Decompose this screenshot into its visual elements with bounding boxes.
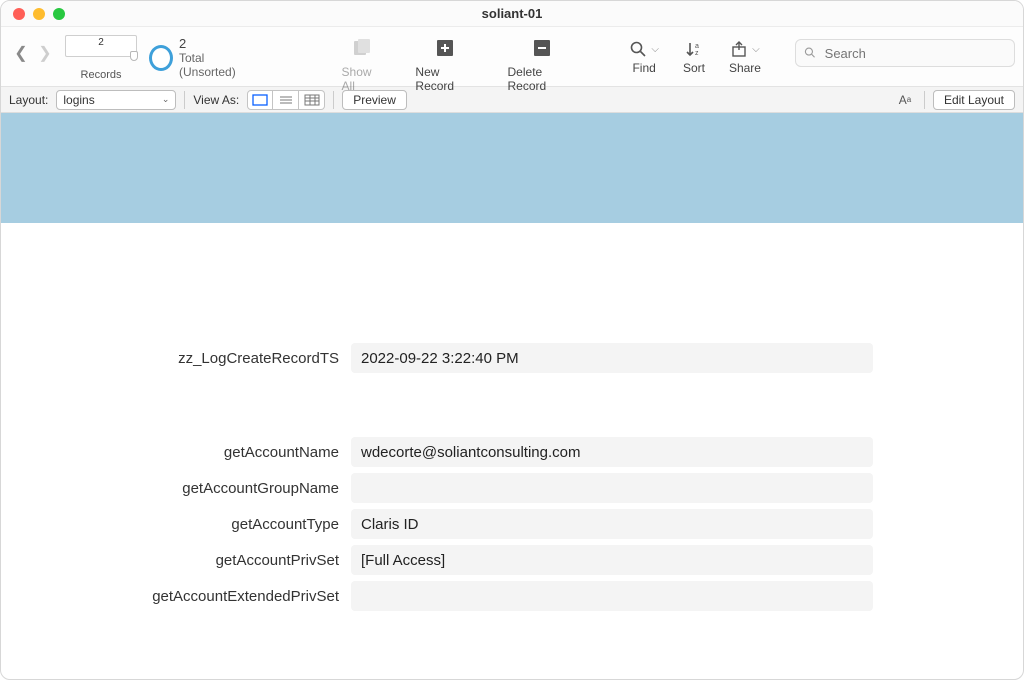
view-form-button[interactable] (247, 90, 273, 110)
record-slider-handle[interactable] (130, 51, 138, 61)
svg-text:z: z (695, 50, 699, 57)
sort-label: Sort (683, 61, 705, 75)
field-row: getAccountPrivSet [Full Access] (61, 545, 963, 575)
formatting-bar-toggle[interactable]: Aa (894, 90, 916, 110)
new-record-button[interactable]: New Record (415, 35, 475, 93)
prev-record-button[interactable]: ❮ (9, 39, 33, 67)
layout-label: Layout: (9, 93, 48, 107)
records-label: Records (81, 69, 122, 81)
layout-name: logins (63, 93, 94, 107)
svg-text:a: a (695, 43, 699, 50)
delete-record-button[interactable]: Delete Record (508, 35, 578, 93)
field-value[interactable]: Claris ID (351, 509, 873, 539)
record-slider-group: 2 Records (65, 35, 137, 81)
pie-chart-icon[interactable] (149, 45, 173, 71)
record-count-group: 2 Total (Unsorted) (149, 37, 256, 80)
share-button[interactable]: ⌵ Share (729, 37, 761, 75)
show-all-label: Show All (342, 65, 384, 93)
field-row: getAccountType Claris ID (61, 509, 963, 539)
separator (184, 91, 185, 109)
field-row: getAccountName wdecorte@soliantconsultin… (61, 437, 963, 467)
new-record-label: New Record (415, 65, 475, 93)
field-row: zz_LogCreateRecordTS 2022-09-22 3:22:40 … (61, 343, 963, 373)
field-value[interactable]: 2022-09-22 3:22:40 PM (351, 343, 873, 373)
field-label: getAccountGroupName (61, 480, 351, 497)
titlebar: soliant-01 (1, 1, 1023, 27)
field-value[interactable]: [Full Access] (351, 545, 873, 575)
field-value[interactable] (351, 473, 873, 503)
window-title: soliant-01 (1, 6, 1023, 21)
search-icon (629, 40, 647, 58)
find-button[interactable]: ⌵ Find (629, 37, 659, 75)
separator (924, 91, 925, 109)
minimize-window-button[interactable] (33, 8, 45, 20)
find-label: Find (632, 61, 655, 75)
close-window-button[interactable] (13, 8, 25, 20)
edit-layout-button[interactable]: Edit Layout (933, 90, 1015, 110)
view-as-buttons (247, 90, 325, 110)
share-icon (730, 40, 748, 58)
show-all-button[interactable]: Show All (342, 35, 384, 93)
layout-dropdown[interactable]: logins ⌄ (56, 90, 176, 110)
field-label: zz_LogCreateRecordTS (61, 350, 351, 367)
field-label: getAccountPrivSet (61, 552, 351, 569)
window-controls (1, 8, 65, 20)
form-body: zz_LogCreateRecordTS 2022-09-22 3:22:40 … (1, 223, 1023, 657)
view-list-button[interactable] (273, 90, 299, 110)
field-label: getAccountExtendedPrivSet (61, 588, 351, 605)
delete-record-label: Delete Record (508, 65, 578, 93)
field-label: getAccountType (61, 516, 351, 533)
app-window: soliant-01 ❮ ❯ 2 Records 2 Total (Unsort… (0, 0, 1024, 680)
zoom-window-button[interactable] (53, 8, 65, 20)
field-label: getAccountName (61, 444, 351, 461)
field-row: getAccountExtendedPrivSet (61, 581, 963, 611)
edit-layout-label: Edit Layout (944, 93, 1004, 107)
record-slider-value: 2 (98, 37, 104, 48)
field-value[interactable] (351, 581, 873, 611)
next-record-button[interactable]: ❯ (33, 39, 57, 67)
field-row: getAccountGroupName (61, 473, 963, 503)
toolbar-right-group: ⌵ Find az Sort ⌵ Share (617, 31, 773, 75)
minus-icon (529, 35, 555, 61)
chevron-down-icon: ⌄ (162, 94, 170, 105)
plus-icon (432, 35, 458, 61)
separator (333, 91, 334, 109)
view-table-button[interactable] (299, 90, 325, 110)
search-input[interactable] (823, 45, 1006, 62)
view-as-label: View As: (193, 93, 239, 107)
record-slider[interactable]: 2 (65, 35, 137, 57)
record-count-number: 2 (179, 37, 256, 52)
sort-icon: az (685, 40, 703, 58)
quick-find[interactable] (795, 39, 1015, 67)
record-count-status: Total (Unsorted) (179, 52, 256, 80)
show-all-icon (349, 35, 375, 61)
record-count-text: 2 Total (Unsorted) (179, 37, 256, 80)
sort-button[interactable]: az Sort (683, 37, 705, 75)
search-icon (804, 46, 817, 60)
chevron-down-icon: ⌵ (752, 44, 760, 55)
main-toolbar: ❮ ❯ 2 Records 2 Total (Unsorted) Show Al… (1, 27, 1023, 87)
preview-label: Preview (353, 93, 396, 107)
chevron-down-icon: ⌵ (651, 44, 659, 55)
layout-header (1, 113, 1023, 223)
field-value[interactable]: wdecorte@soliantconsulting.com (351, 437, 873, 467)
record-navigation: ❮ ❯ (9, 39, 57, 67)
share-label: Share (729, 61, 761, 75)
